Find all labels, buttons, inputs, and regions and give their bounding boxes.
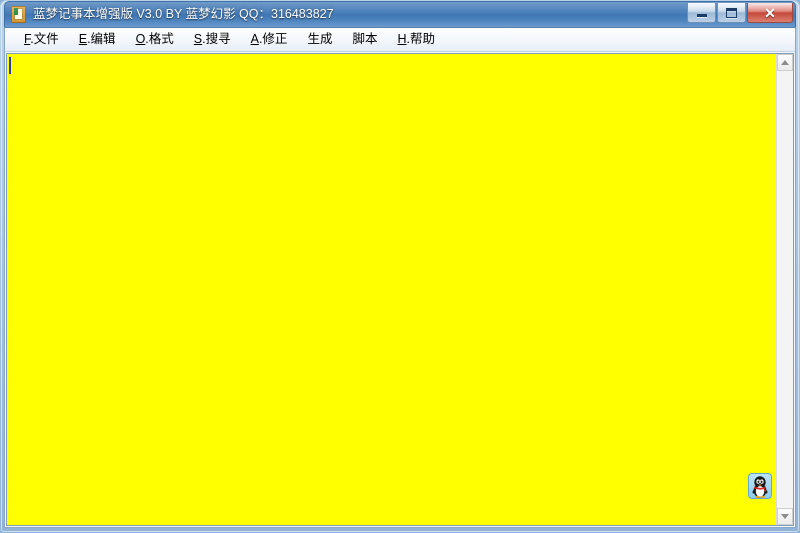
notebook-icon (10, 6, 27, 23)
menu-search[interactable]: S.搜寻 (185, 30, 240, 50)
maximize-button[interactable] (717, 3, 746, 23)
menu-generate[interactable]: 生成 (298, 30, 341, 50)
maximize-icon (718, 3, 745, 22)
window-controls: ✕ (686, 3, 793, 23)
menu-script[interactable]: 脚本 (343, 30, 386, 50)
title-bar[interactable]: 蓝梦记事本增强版 V3.0 BY 蓝梦幻影 QQ：316483827 ✕ (4, 1, 796, 27)
scroll-down-icon (781, 514, 789, 519)
editor-region (6, 53, 794, 526)
qq-penguin-glyph (752, 476, 768, 498)
minimize-icon (688, 3, 715, 22)
menu-help[interactable]: H.帮助 (388, 30, 444, 50)
close-button[interactable]: ✕ (747, 3, 793, 23)
menu-edit[interactable]: E.编辑 (70, 30, 125, 50)
client-area: F.文件 E.编辑 O.格式 S.搜寻 A.修正 生成 脚本 H.帮助 (4, 27, 796, 528)
qq-penguin-icon[interactable] (748, 473, 772, 499)
close-icon: ✕ (764, 4, 776, 21)
text-caret (9, 57, 11, 74)
application-window: 蓝梦记事本增强版 V3.0 BY 蓝梦幻影 QQ：316483827 ✕ F.文… (0, 0, 800, 533)
scrollbar-track[interactable] (777, 71, 793, 508)
scroll-up-icon (781, 60, 789, 65)
menu-bar: F.文件 E.编辑 O.格式 S.搜寻 A.修正 生成 脚本 H.帮助 (5, 28, 795, 52)
minimize-button[interactable] (687, 3, 716, 23)
window-title: 蓝梦记事本增强版 V3.0 BY 蓝梦幻影 QQ：316483827 (33, 7, 334, 22)
menu-fix[interactable]: A.修正 (242, 30, 297, 50)
scroll-up-button[interactable] (777, 54, 793, 71)
text-editor[interactable] (7, 54, 776, 525)
scroll-down-button[interactable] (777, 508, 793, 525)
vertical-scrollbar[interactable] (776, 54, 793, 525)
menu-file[interactable]: F.文件 (15, 30, 68, 50)
menu-format[interactable]: O.格式 (127, 30, 183, 50)
